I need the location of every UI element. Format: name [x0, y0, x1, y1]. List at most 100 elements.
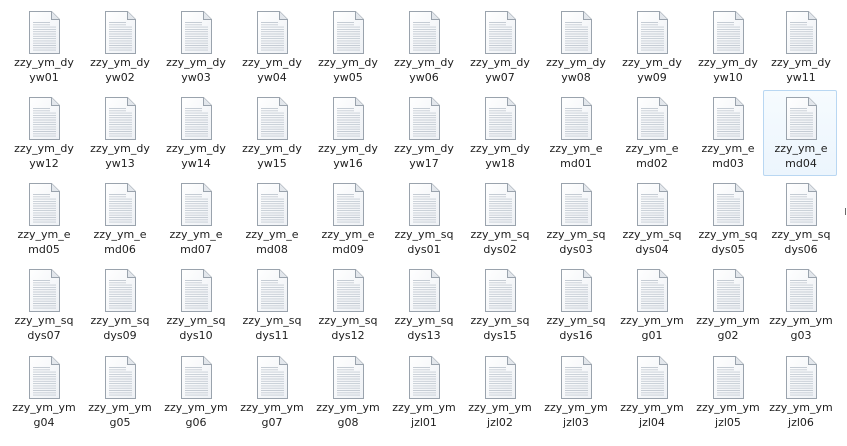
file-item[interactable]: zzy_ym_sq dys02 [462, 176, 536, 262]
document-icon [784, 97, 818, 140]
file-item[interactable]: zzy_ym_dy yw16 [310, 90, 384, 176]
file-item[interactable]: zzy_ym_e md09 [310, 176, 384, 262]
file-item[interactable]: zzy_ym_sq dys16 [538, 262, 612, 348]
file-item[interactable]: zzy_ym_sq dys15 [462, 262, 536, 348]
file-item[interactable]: zzy_ym_dy yw07 [462, 4, 536, 90]
file-item[interactable]: zzy_ym_e md02 [614, 90, 688, 176]
file-name: zzy_ym_ym jzl05 [689, 400, 767, 430]
file-name-line-1: zzy_ym_sq [242, 314, 302, 327]
file-name: zzy_ym_ym jzl01 [385, 400, 463, 430]
file-item[interactable]: zzy_ym_e md03 [690, 90, 764, 176]
file-item[interactable]: zzy_ym_dy yw06 [386, 4, 460, 90]
file-item[interactable]: zzy_ym_dy yw09 [614, 4, 688, 90]
file-item[interactable]: zzy_ym_sq dys10 [158, 262, 232, 348]
file-item[interactable]: zzy_ym_sq dys07 [6, 262, 80, 348]
document-icon [559, 11, 593, 54]
file-item[interactable]: zzy_ym_sq dys05 [690, 176, 764, 262]
file-item[interactable]: zzy_ym_ym g05 [82, 349, 156, 435]
file-name-line-1: zzy_ym_dy [166, 142, 226, 155]
file-name-line-1: zzy_ym_e [774, 142, 828, 155]
file-name-line-2: yw04 [257, 71, 287, 84]
file-name-line-1: zzy_ym_ym [468, 401, 532, 414]
file-name: zzy_ym_ym jzl06 [762, 400, 840, 430]
file-item[interactable]: zzy_ym_e md06 [82, 176, 156, 262]
file-item[interactable]: zzy_ym_ym jzl03 [538, 349, 612, 435]
file-item[interactable]: zzy_ym_sq dys01 [386, 176, 460, 262]
file-item[interactable]: zzy_ym_dy yw17 [386, 90, 460, 176]
file-item[interactable]: zzy_ym_dy yw05 [310, 4, 384, 90]
file-name-line-2: yw05 [333, 71, 363, 84]
file-name: zzy_ym_dy yw09 [613, 55, 691, 85]
file-name-line-2: dys12 [331, 329, 365, 342]
file-item[interactable]: zzy_ym_dy yw08 [538, 4, 612, 90]
file-item[interactable]: zzy_ym_sq dys06 [763, 176, 837, 262]
file-item[interactable]: zzy_ym_e md04 [763, 90, 837, 176]
file-item[interactable]: zzy_ym_ym g03 [763, 262, 837, 348]
file-name: zzy_ym_sq dys13 [385, 313, 463, 343]
file-item[interactable]: zzy_ym_sq dys09 [82, 262, 156, 348]
document-icon [407, 356, 441, 399]
file-item[interactable]: zzy_ym_sq dys11 [234, 262, 308, 348]
document-icon [331, 356, 365, 399]
file-item[interactable]: zzy_ym_e md08 [234, 176, 308, 262]
document-icon [559, 183, 593, 226]
file-name-line-1: zzy_ym_ym [392, 401, 456, 414]
file-name-line-2: yw15 [257, 157, 287, 170]
file-item[interactable]: zzy_ym_e md07 [158, 176, 232, 262]
file-item[interactable]: zzy_ym_dy yw02 [82, 4, 156, 90]
file-name-line-2: yw14 [181, 157, 211, 170]
document-icon [103, 183, 137, 226]
file-name-line-2: md04 [785, 157, 817, 170]
file-item[interactable]: zzy_ym_dy yw10 [690, 4, 764, 90]
file-item[interactable]: zzy_ym_sq dys04 [614, 176, 688, 262]
document-icon [407, 269, 441, 312]
file-name-line-2: dys03 [559, 243, 593, 256]
file-item[interactable]: zzy_ym_dy yw14 [158, 90, 232, 176]
file-name-line-2: jzl01 [411, 416, 437, 429]
file-item[interactable]: zzy_ym_ym jzl06 [763, 349, 837, 435]
file-item[interactable]: zzy_ym_sq dys13 [386, 262, 460, 348]
document-icon [784, 11, 818, 54]
file-item[interactable]: zzy_ym_ym g01 [614, 262, 688, 348]
file-name-line-1: zzy_ym_sq [698, 228, 758, 241]
file-name-line-1: zzy_ym_e [321, 228, 375, 241]
file-name-line-1: zzy_ym_e [245, 228, 299, 241]
file-item[interactable]: zzy_ym_dy yw04 [234, 4, 308, 90]
file-name: zzy_ym_ym g04 [5, 400, 83, 430]
file-item[interactable]: zzy_ym_dy yw15 [234, 90, 308, 176]
file-name: zzy_ym_e md01 [537, 141, 615, 171]
file-item[interactable]: zzy_ym_ym jzl01 [386, 349, 460, 435]
file-name: zzy_ym_sq dys04 [613, 227, 691, 257]
file-name-line-2: md05 [28, 243, 60, 256]
file-item[interactable]: zzy_ym_dy yw12 [6, 90, 80, 176]
document-icon [711, 183, 745, 226]
file-name-line-1: zzy_ym_sq [546, 228, 606, 241]
file-item[interactable]: zzy_ym_ym g02 [690, 262, 764, 348]
file-item[interactable]: zzy_ym_ym g04 [6, 349, 80, 435]
file-item[interactable]: zzy_ym_e md05 [6, 176, 80, 262]
file-name-line-2: yw07 [485, 71, 515, 84]
file-item[interactable]: zzy_ym_ym g06 [158, 349, 232, 435]
file-item[interactable]: zzy_ym_sq dys12 [310, 262, 384, 348]
file-item[interactable]: zzy_ym_sq dys03 [538, 176, 612, 262]
file-name-line-2: dys09 [103, 329, 137, 342]
file-item[interactable]: zzy_ym_ym jzl02 [462, 349, 536, 435]
file-item[interactable]: zzy_ym_ym g07 [234, 349, 308, 435]
file-name-line-2: g04 [33, 416, 55, 429]
file-item[interactable]: zzy_ym_dy yw13 [82, 90, 156, 176]
file-item[interactable]: zzy_ym_dy yw01 [6, 4, 80, 90]
file-name-line-1: zzy_ym_ym [544, 401, 608, 414]
file-name-line-1: zzy_ym_e [17, 228, 71, 241]
file-item[interactable]: zzy_ym_ym jzl04 [614, 349, 688, 435]
file-item[interactable]: zzy_ym_e md01 [538, 90, 612, 176]
file-item[interactable]: zzy_ym_ym jzl05 [690, 349, 764, 435]
file-name: zzy_ym_dy yw12 [5, 141, 83, 171]
file-name-line-1: zzy_ym_dy [470, 142, 530, 155]
file-name-line-2: dys01 [407, 243, 441, 256]
file-item[interactable]: zzy_ym_dy yw18 [462, 90, 536, 176]
document-icon [27, 183, 61, 226]
scrollbar-tick[interactable] [842, 208, 846, 215]
file-item[interactable]: zzy_ym_dy yw03 [158, 4, 232, 90]
file-item[interactable]: zzy_ym_dy yw11 [763, 4, 837, 90]
file-item[interactable]: zzy_ym_ym g08 [310, 349, 384, 435]
